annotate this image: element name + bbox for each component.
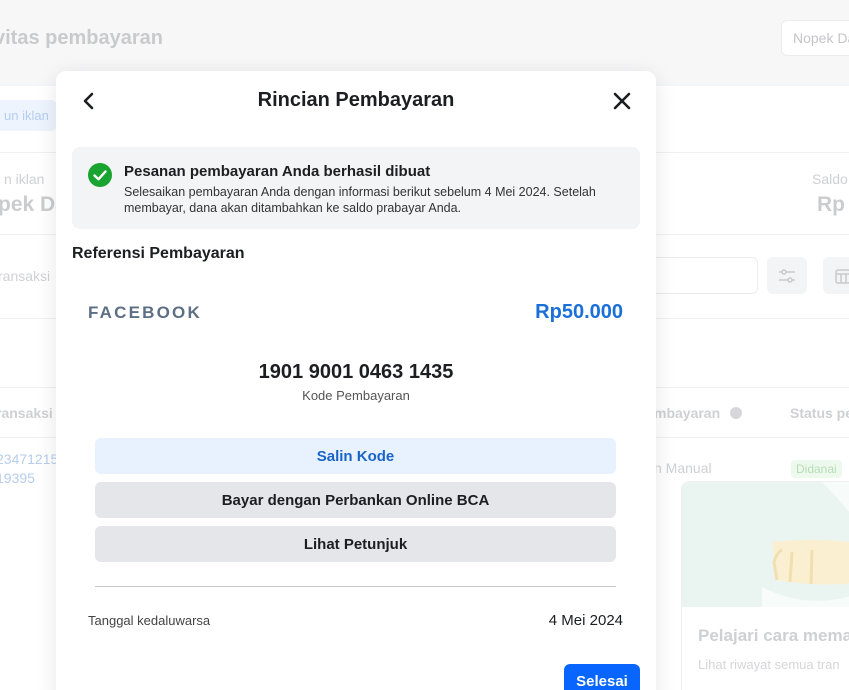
close-icon	[613, 92, 631, 110]
pay-bca-online-button[interactable]: Bayar dengan Perbankan Online BCA	[95, 482, 616, 518]
info-icon[interactable]	[730, 407, 743, 419]
divider	[95, 586, 616, 587]
column-label: mbayaran	[654, 405, 721, 421]
payment-code-label: Kode Pembayaran	[302, 388, 410, 403]
background-column-payment-method: mbayaran	[654, 405, 743, 421]
background-tab[interactable]: un iklan	[0, 100, 57, 131]
background-column-status: Status pe	[790, 405, 849, 421]
expiry-date-value: 4 Mei 2024	[548, 612, 623, 629]
payment-reference-heading: Referensi Pembayaran	[72, 245, 245, 262]
background-payment-method: n Manual	[654, 460, 712, 476]
payment-details-modal: Rincian Pembayaran Pesanan pembayaran An…	[56, 71, 656, 690]
background-account-select[interactable]: Nopek Da	[781, 20, 849, 56]
calendar-button[interactable]	[823, 257, 849, 294]
payment-amount: Rp50.000	[535, 301, 623, 323]
payment-code: 1901 9001 0463 1435	[258, 361, 454, 383]
filter-icon	[779, 268, 795, 283]
alert-title: Pesanan pembayaran Anda berhasil dibuat	[124, 163, 431, 180]
background-column-transaction: ransaksi	[0, 405, 53, 421]
facebook-wordmark: FACEBOOK	[88, 303, 202, 322]
promo-subtitle: Lihat riwayat semua tran	[698, 657, 840, 672]
close-button[interactable]	[610, 89, 634, 113]
alert-body: Selesaikan pembayaran Anda dengan inform…	[124, 185, 596, 215]
success-alert: Pesanan pembayaran Anda berhasil dibuat …	[72, 147, 640, 229]
background-page-title: vitas pembayaran	[0, 27, 163, 49]
filter-button[interactable]	[767, 257, 807, 294]
check-circle-icon	[88, 163, 112, 187]
calendar-icon	[835, 268, 849, 284]
background-saldo-label: Saldo	[812, 171, 848, 187]
background-promo-card[interactable]: Pelajari cara mema Lihat riwayat semua t…	[681, 481, 849, 690]
background-status-badge: Didanai	[791, 460, 842, 478]
background-account-label: n iklan	[4, 171, 45, 187]
expiry-date-label: Tanggal kedaluwarsa	[88, 613, 211, 628]
view-instructions-button[interactable]: Lihat Petunjuk	[95, 526, 616, 562]
background-search-input[interactable]: ransaksi	[0, 268, 50, 284]
copy-code-button[interactable]: Salin Kode	[95, 438, 616, 474]
promo-illustration	[682, 482, 849, 607]
background-search-box[interactable]	[640, 257, 758, 294]
promo-title: Pelajari cara mema	[698, 626, 849, 645]
done-button[interactable]: Selesai	[564, 664, 640, 690]
modal-title: Rincian Pembayaran	[257, 89, 455, 111]
background-saldo-value: Rp 3	[817, 193, 849, 216]
